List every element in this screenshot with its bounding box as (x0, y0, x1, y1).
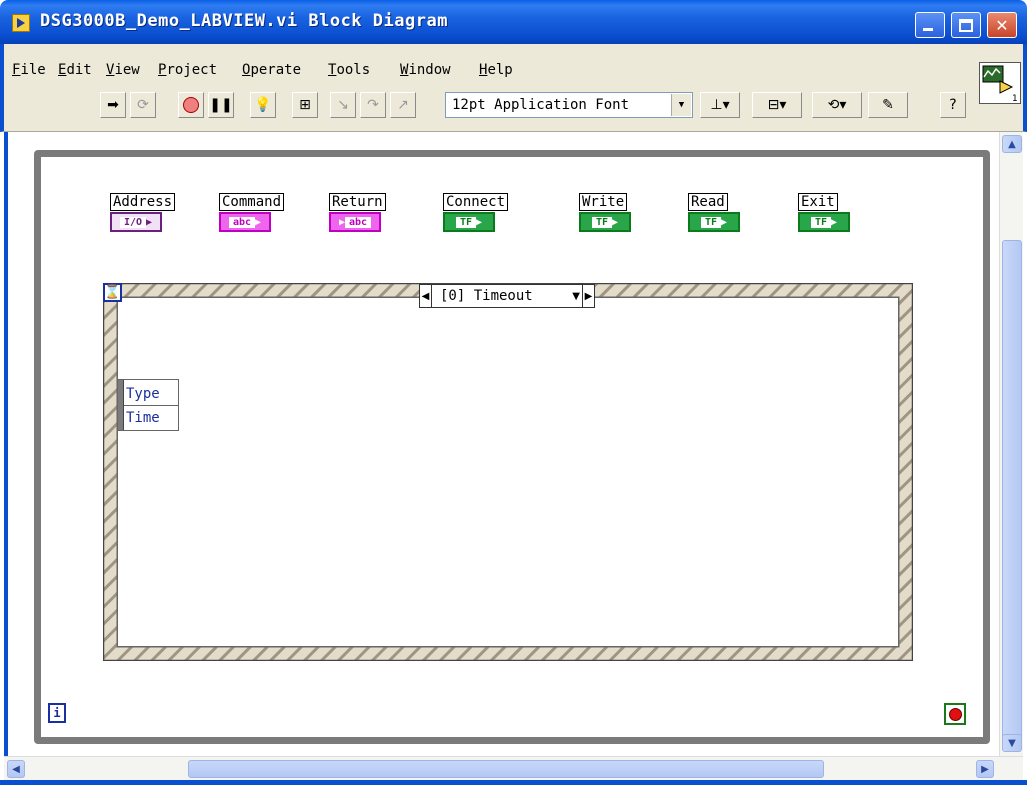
minimize-button[interactable] (915, 12, 945, 38)
menu-view[interactable]: View (106, 62, 140, 78)
event-data-node[interactable]: Type Time (117, 379, 179, 431)
distribute-objects-icon[interactable]: ⊟▾ (752, 92, 802, 118)
menu-operate[interactable]: Operate (242, 62, 301, 78)
menu-bar: File Edit View Project Operate Tools Win… (0, 44, 1027, 86)
highlight-execution-icon[interactable]: 💡 (250, 92, 276, 118)
next-case-arrow-icon[interactable]: ▶ (582, 285, 594, 307)
prev-case-arrow-icon[interactable]: ◀ (420, 285, 432, 307)
event-structure-subdiagram (117, 297, 899, 647)
terminal-write[interactable]: Write TF ▶ (579, 191, 631, 232)
string-terminal-icon: abc ▶ (219, 212, 271, 232)
abort-icon[interactable] (178, 92, 204, 118)
step-over-icon[interactable]: ↷ (360, 92, 386, 118)
string-terminal-icon: ▶ abc (329, 212, 381, 232)
run-continuous-icon[interactable]: ⟳ (130, 92, 156, 118)
terminal-connect[interactable]: Connect TF ▶ (443, 191, 509, 232)
terminal-command[interactable]: Command abc ▶ (219, 191, 285, 232)
stop-icon (948, 707, 962, 721)
toolbar: ➡ ⟳ ❚❚ 💡 ⊞ ↘ ↷ ↗ 12pt Application Font ▼… (0, 86, 1027, 132)
event-data-divider (124, 405, 178, 406)
event-data-time: Time (126, 410, 160, 426)
maximize-button[interactable] (951, 12, 981, 38)
vi-connector-icon[interactable]: 1 (979, 62, 1021, 104)
window-bottom-border (0, 780, 1027, 785)
reorder-icon[interactable]: ⟲▾ (812, 92, 862, 118)
font-select[interactable]: 12pt Application Font ▼ (445, 92, 693, 118)
menu-help[interactable]: Help (479, 62, 513, 78)
title-bar: DSG3000B_Demo_LABVIEW.vi Block Diagram ✕ (0, 0, 1027, 44)
align-objects-icon[interactable]: ⊥▾ (700, 92, 740, 118)
terminal-read[interactable]: Read TF ▶ (688, 191, 740, 232)
event-case-selector[interactable]: ◀ [0] Timeout ▼ ▶ (419, 284, 595, 308)
menu-edit[interactable]: Edit (58, 62, 92, 78)
menu-window[interactable]: Window (400, 62, 451, 78)
step-out-icon[interactable]: ↗ (390, 92, 416, 118)
retain-wire-values-icon[interactable]: ⊞ (292, 92, 318, 118)
terminal-label: Connect (443, 193, 509, 211)
vertical-scroll-thumb[interactable] (1002, 240, 1022, 744)
labview-vi-icon (12, 14, 30, 32)
menu-project[interactable]: Project (158, 62, 217, 78)
horizontal-scroll-thumb[interactable] (188, 760, 824, 778)
svg-text:1: 1 (1012, 94, 1018, 103)
step-into-icon[interactable]: ↘ (330, 92, 356, 118)
boolean-terminal-icon: TF ▶ (443, 212, 495, 232)
terminal-label: Write (579, 193, 628, 211)
context-help-icon[interactable]: ? (940, 92, 966, 118)
maximize-icon (959, 18, 973, 32)
terminal-exit[interactable]: Exit TF ▶ (798, 191, 850, 232)
loop-iteration-terminal[interactable]: i (48, 703, 66, 723)
event-data-type: Type (126, 386, 160, 402)
chevron-down-icon[interactable]: ▼ (671, 94, 691, 116)
horizontal-scrollbar[interactable]: ◀ ▶ (4, 756, 1023, 780)
close-button[interactable]: ✕ (987, 12, 1017, 38)
menu-file[interactable]: File (12, 62, 46, 78)
terminal-address[interactable]: Address I/O ▶ (110, 191, 176, 232)
font-select-value: 12pt Application Font (452, 97, 630, 113)
boolean-terminal-icon: TF ▶ (579, 212, 631, 232)
scroll-down-icon[interactable]: ▼ (1002, 734, 1022, 752)
terminal-label: Exit (798, 193, 838, 211)
terminal-label: Command (219, 193, 285, 211)
scroll-up-icon[interactable]: ▲ (1002, 135, 1022, 153)
loop-stop-terminal[interactable] (944, 703, 966, 725)
event-structure[interactable] (103, 283, 913, 661)
terminal-return[interactable]: Return ▶ abc (329, 191, 386, 232)
io-terminal-icon: I/O ▶ (110, 212, 162, 232)
menu-tools[interactable]: Tools (328, 62, 370, 78)
boolean-terminal-icon: TF ▶ (798, 212, 850, 232)
window-title: DSG3000B_Demo_LABVIEW.vi Block Diagram (40, 11, 448, 31)
chevron-down-icon[interactable]: ▼ (572, 291, 580, 302)
minimize-icon (923, 28, 933, 31)
vertical-scrollbar[interactable]: ▲ ▼ (999, 132, 1023, 756)
cleanup-diagram-icon[interactable]: ✎ (868, 92, 908, 118)
terminal-label: Return (329, 193, 386, 211)
terminal-label: Address (110, 193, 176, 211)
boolean-terminal-icon: TF ▶ (688, 212, 740, 232)
run-arrow-icon[interactable]: ➡ (100, 92, 126, 118)
terminal-label: Read (688, 193, 728, 211)
pause-icon[interactable]: ❚❚ (208, 92, 234, 118)
scroll-right-icon[interactable]: ▶ (976, 760, 994, 778)
event-case-label: [0] Timeout (440, 288, 533, 304)
scroll-left-icon[interactable]: ◀ (7, 760, 25, 778)
timeout-hourglass-icon[interactable]: ⌛ (103, 283, 122, 302)
close-icon: ✕ (995, 15, 1009, 35)
